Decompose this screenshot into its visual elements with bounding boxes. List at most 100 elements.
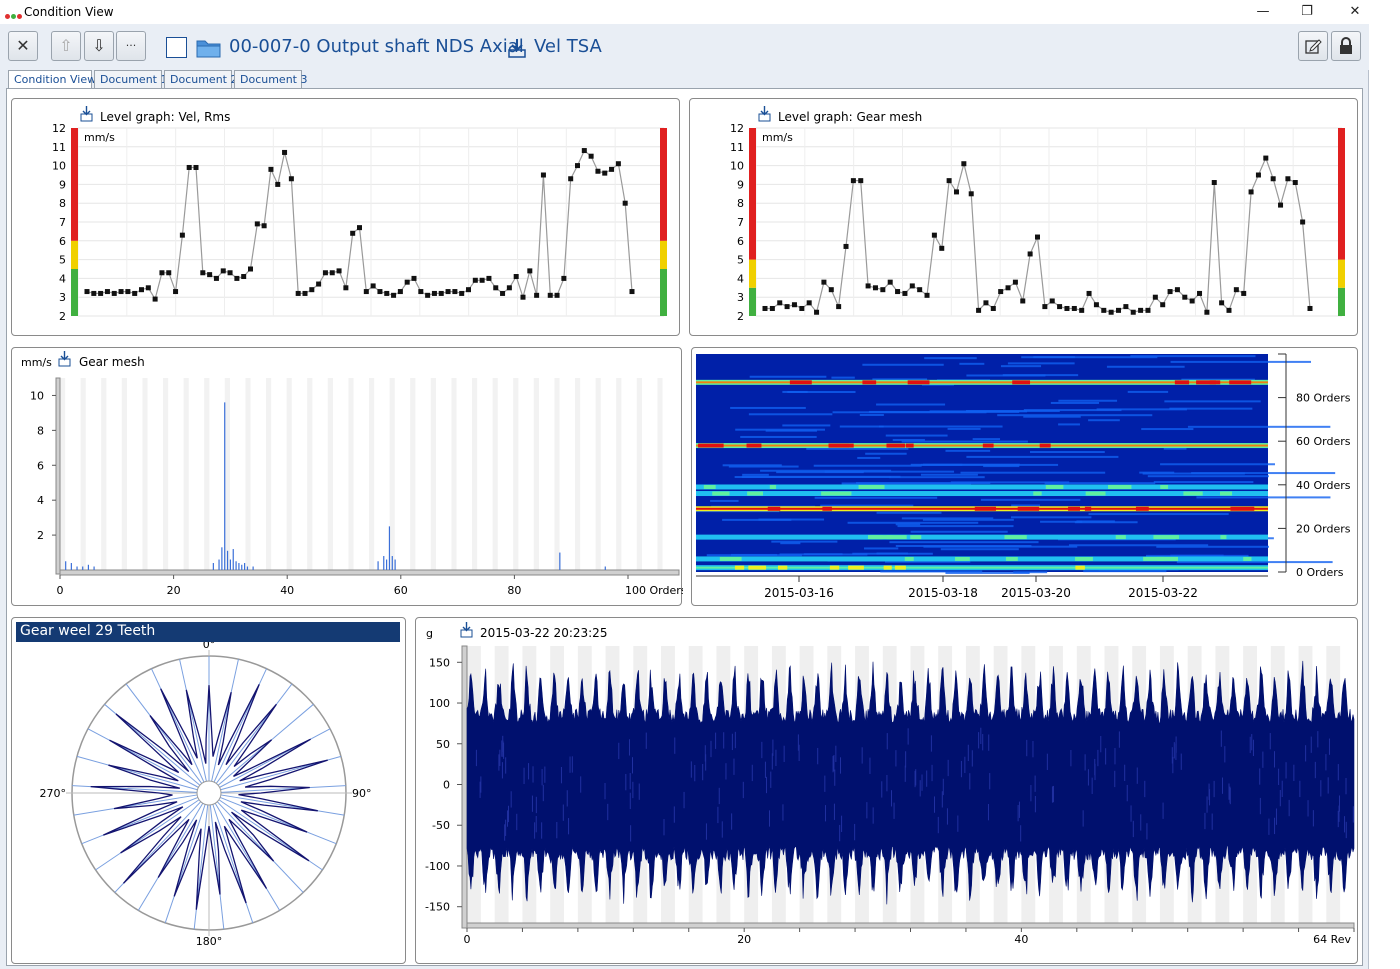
gear-mesh-alarm-yellow-left [749, 259, 756, 288]
spectrum-band-shade [266, 378, 272, 570]
spectrum-y-axis [55, 377, 61, 575]
restore-button[interactable]: ❐ [1296, 3, 1318, 21]
spectrogram-texture [910, 530, 1008, 533]
gear-mesh-data-point [1049, 298, 1055, 304]
vel-rms-data-point [111, 290, 117, 296]
spectrogram-hotspot [1115, 535, 1126, 540]
download-icon[interactable] [758, 106, 771, 122]
vel-rms-data-point [98, 290, 104, 296]
gear-mesh-ytick: 3 [737, 291, 744, 304]
spectrogram-hotspot [974, 506, 996, 511]
gear-mesh-alarm-red-right [1338, 128, 1345, 260]
vel-rms-data-point [363, 289, 369, 295]
close-window-button[interactable]: ✕ [1344, 3, 1366, 21]
tab-document-1[interactable]: Document 1 [94, 70, 167, 88]
level-graph-gear-mesh-chart[interactable]: Level graph: Gear mesh mm/s 2 3 4 5 6 7 8 9 10 11… [690, 99, 1359, 337]
level-graph-vel-rms-chart[interactable]: Level graph: Vel, Rms mm/s 2 3 4 5 6 7 8 9 10 11 1… [12, 99, 681, 337]
spectrogram-texture [1191, 472, 1336, 475]
spectrogram-texture [857, 456, 881, 459]
select-checkbox[interactable] [166, 37, 187, 58]
edit-button[interactable] [1298, 31, 1328, 61]
spectrogram-hotspot [777, 565, 788, 570]
spectrogram-texture [1058, 399, 1118, 402]
gear-mesh-data-point [931, 232, 937, 238]
download-icon[interactable] [460, 622, 473, 638]
spectrogram-hotspot [1075, 556, 1093, 561]
gear-mesh-data-point [1174, 287, 1180, 293]
spectrogram-hotspot [1033, 491, 1042, 496]
download-icon[interactable] [58, 351, 71, 367]
spectrogram-texture [1011, 504, 1040, 507]
spectrogram-hotspot [1243, 556, 1252, 561]
gear-mesh-data-point [806, 300, 812, 306]
spectrogram-ytick: 60 Orders [1296, 435, 1351, 448]
gear-wheel-polar-chart[interactable]: 0° 90° 180° 270° [12, 642, 407, 964]
vel-rms-data-point [588, 153, 594, 159]
spectrogram-texture [965, 409, 1060, 412]
gear-mesh-data-point [1012, 279, 1018, 285]
spectrum-band-shade [204, 378, 210, 570]
vel-rms-data-point [466, 287, 471, 293]
spectrogram-ytick: 80 Orders [1296, 392, 1351, 405]
vel-rms-data-point [609, 166, 615, 172]
gear-mesh-data-point [1189, 298, 1195, 304]
spectrogram-hotspot [703, 484, 711, 489]
spectrogram-texture [864, 547, 899, 550]
app-icon [5, 8, 23, 22]
gear-mesh-ytick: 9 [737, 178, 744, 191]
spectrogram-chart[interactable]: 0 Orders 20 Orders 40 Orders 60 Orders 80 Or… [692, 348, 1359, 607]
vel-rms-data-point [506, 285, 512, 291]
minimize-button[interactable]: — [1252, 3, 1274, 21]
gear-mesh-data-point [1108, 309, 1114, 315]
spectrogram-texture [855, 482, 991, 485]
spectrogram-hotspot [748, 565, 767, 570]
spectrogram-hotspot [1068, 506, 1080, 511]
spectrogram-band [696, 536, 1268, 539]
gear-mesh-data-point [1086, 290, 1092, 296]
spectrogram-texture [1050, 401, 1100, 404]
spectrogram-texture [758, 518, 825, 521]
vel-rms-ytick: 4 [59, 272, 66, 285]
polar-label-270: 270° [40, 787, 67, 800]
spectrogram-texture [901, 517, 994, 520]
spectrum-band-shade [513, 378, 519, 570]
gear-mesh-data-point [1248, 189, 1254, 195]
spectrum-band-shade [657, 378, 663, 570]
spectrum-band-shade [616, 378, 622, 570]
spectrogram-texture [1164, 400, 1261, 403]
spectrogram-band [696, 485, 1268, 488]
vel-rms-data-point [104, 289, 110, 295]
spectrogram-texture [897, 525, 1014, 528]
gear-mesh-data-point [909, 283, 915, 289]
waveform-ytick: 0 [443, 779, 450, 792]
vel-rms-ytick: 10 [52, 160, 66, 173]
spectrum-band-shade [142, 378, 148, 570]
time-waveform-chart[interactable]: g 2015-03-22 20:23:25 150 100 50 0 -50 -100 -1… [416, 618, 1359, 965]
more-button[interactable]: ··· [116, 31, 146, 61]
spectrogram-hotspot [1183, 491, 1203, 496]
gear-mesh-data-point [872, 285, 878, 291]
vel-rms-data-point [391, 292, 397, 298]
spectrogram-texture [742, 473, 769, 476]
lock-button[interactable] [1331, 31, 1361, 61]
vel-rms-data-point [425, 292, 431, 298]
gear-mesh-spectrum-chart[interactable]: mm/s Gear mesh 2 4 6 8 10 0 20 40 60 80 100 Orders [12, 348, 687, 607]
spectrum-band-shade [410, 378, 416, 570]
spectrum-xtick: 60 [394, 584, 408, 597]
waveform-ytick: -100 [425, 860, 450, 873]
tab-document-2[interactable]: Document 2 [164, 70, 237, 88]
tab-condition-view[interactable]: Condition View [8, 70, 96, 89]
download-icon[interactable] [80, 106, 93, 122]
vel-rms-data-point [513, 274, 519, 280]
next-button[interactable]: ⇩ [84, 31, 114, 61]
spectrogram-texture [980, 498, 1081, 501]
measurement-download-icon [508, 39, 526, 58]
gear-mesh-data-point [1057, 304, 1063, 310]
spectrum-band-shade [492, 378, 498, 570]
gear-mesh-data-point [1130, 309, 1136, 315]
vel-rms-data-point [431, 290, 437, 296]
tab-document-3[interactable]: Document 3 [234, 70, 307, 88]
spectrogram-hotspot [719, 556, 742, 561]
close-button[interactable]: ✕ [8, 31, 38, 61]
previous-button[interactable]: ⇧ [51, 31, 81, 61]
